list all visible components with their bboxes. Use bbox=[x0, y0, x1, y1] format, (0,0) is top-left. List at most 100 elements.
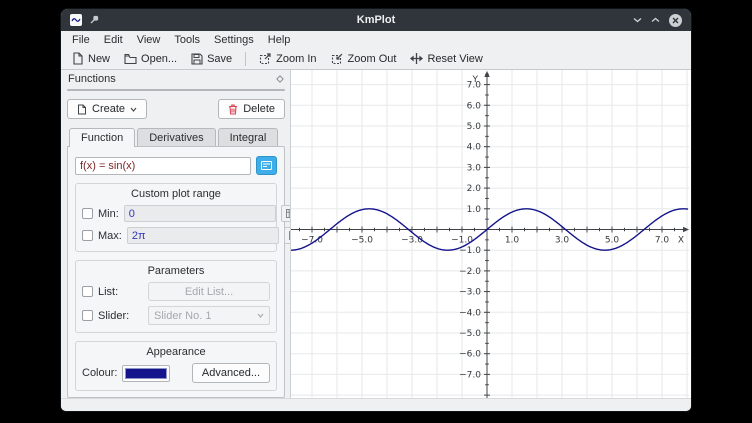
menu-help[interactable]: Help bbox=[261, 33, 298, 47]
toolbar-label: New bbox=[88, 53, 110, 65]
pin-icon[interactable] bbox=[89, 15, 99, 25]
group-title: Custom plot range bbox=[82, 188, 270, 200]
menu-tools[interactable]: Tools bbox=[167, 33, 207, 47]
tab-function[interactable]: Function bbox=[69, 128, 135, 147]
window-title: KmPlot bbox=[61, 14, 691, 26]
function-list-item[interactable]: f(x) = sin(x) bbox=[68, 90, 284, 91]
group-title: Appearance bbox=[82, 346, 270, 358]
equation-editor-button[interactable] bbox=[256, 156, 277, 175]
zoom-in-icon bbox=[259, 52, 272, 65]
function-list: f(x) = sin(x) bbox=[67, 89, 285, 91]
save-button[interactable]: Save bbox=[186, 51, 237, 67]
svg-text:−2.0: −2.0 bbox=[459, 267, 481, 277]
svg-text:X: X bbox=[678, 236, 684, 246]
equation-input[interactable] bbox=[75, 157, 251, 175]
statusbar bbox=[61, 398, 691, 411]
reset-view-icon bbox=[410, 52, 423, 65]
svg-text:5.0: 5.0 bbox=[605, 236, 620, 246]
create-button[interactable]: Create bbox=[67, 99, 147, 119]
svg-text:−1.0: −1.0 bbox=[459, 246, 481, 256]
svg-text:−3.0: −3.0 bbox=[401, 236, 423, 246]
delete-label: Delete bbox=[243, 103, 275, 115]
new-document-icon bbox=[77, 104, 87, 115]
svg-text:Y: Y bbox=[472, 75, 479, 85]
dock-header: Functions bbox=[68, 73, 284, 85]
zoom-out-button[interactable]: Zoom Out bbox=[326, 50, 402, 67]
svg-text:−5.0: −5.0 bbox=[459, 329, 481, 339]
slider-checkbox[interactable] bbox=[82, 310, 93, 321]
svg-text:5.0: 5.0 bbox=[467, 122, 482, 132]
svg-text:7.0: 7.0 bbox=[655, 236, 670, 246]
tab-derivatives[interactable]: Derivatives bbox=[137, 128, 215, 147]
chevron-down-icon bbox=[130, 107, 137, 112]
trash-icon bbox=[228, 104, 238, 115]
colour-swatch-inner bbox=[125, 368, 167, 379]
main-content: Functions f(x) = sin(x) bbox=[61, 70, 691, 399]
min-label: Min: bbox=[98, 208, 119, 220]
appearance-group: Appearance Colour: Advanced... bbox=[75, 341, 277, 391]
list-actions: Create Delete bbox=[67, 99, 285, 119]
menubar: File Edit View Tools Settings Help bbox=[61, 31, 691, 48]
svg-text:3.0: 3.0 bbox=[467, 163, 482, 173]
save-floppy-icon bbox=[191, 53, 203, 65]
slider-label: Slider: bbox=[98, 310, 136, 322]
functions-dock: Functions f(x) = sin(x) bbox=[61, 70, 290, 399]
new-button[interactable]: New bbox=[67, 50, 115, 67]
zoom-in-button[interactable]: Zoom In bbox=[254, 50, 321, 67]
svg-text:−3.0: −3.0 bbox=[459, 288, 481, 298]
svg-text:−4.0: −4.0 bbox=[459, 308, 481, 318]
colour-label: Colour: bbox=[82, 367, 117, 379]
svg-text:−5.0: −5.0 bbox=[351, 236, 373, 246]
function-tab-pane: Custom plot range Min: Max: bbox=[67, 146, 285, 398]
maximize-button[interactable] bbox=[651, 17, 660, 23]
slider-select-value: Slider No. 1 bbox=[154, 310, 211, 322]
toolbar-label: Zoom Out bbox=[348, 53, 397, 65]
max-checkbox[interactable] bbox=[82, 230, 93, 241]
toolbar: New Open... Save Zoom In Zoom Out Rese bbox=[61, 48, 691, 70]
zoom-out-icon bbox=[331, 52, 344, 65]
list-checkbox[interactable] bbox=[82, 286, 93, 297]
menu-view[interactable]: View bbox=[130, 33, 168, 47]
close-button[interactable] bbox=[669, 14, 682, 27]
custom-plot-range-group: Custom plot range Min: Max: bbox=[75, 183, 277, 252]
reset-view-button[interactable]: Reset View bbox=[405, 50, 487, 67]
menu-edit[interactable]: Edit bbox=[97, 33, 130, 47]
open-button[interactable]: Open... bbox=[119, 51, 182, 67]
advanced-button[interactable]: Advanced... bbox=[192, 363, 270, 383]
svg-text:2.0: 2.0 bbox=[467, 184, 482, 194]
list-label: List: bbox=[98, 286, 136, 298]
create-label: Create bbox=[92, 103, 125, 115]
plot-canvas[interactable]: −7.0−5.0−3.0−1.01.03.05.07.07.06.05.04.0… bbox=[291, 70, 689, 399]
minimize-button[interactable] bbox=[633, 17, 642, 23]
colour-swatch-button[interactable] bbox=[122, 365, 170, 382]
svg-text:3.0: 3.0 bbox=[555, 236, 570, 246]
dock-title: Functions bbox=[68, 73, 116, 85]
parameters-group: Parameters List: Edit List... Slider: bbox=[75, 260, 277, 333]
menu-file[interactable]: File bbox=[65, 33, 97, 47]
titlebar[interactable]: KmPlot bbox=[61, 9, 691, 31]
delete-button[interactable]: Delete bbox=[218, 99, 285, 119]
toolbar-label: Open... bbox=[141, 53, 177, 65]
chevron-down-icon bbox=[257, 313, 264, 318]
new-document-icon bbox=[72, 52, 84, 65]
min-input bbox=[124, 205, 276, 222]
svg-text:6.0: 6.0 bbox=[467, 101, 482, 111]
svg-text:−6.0: −6.0 bbox=[459, 350, 481, 360]
edit-list-button: Edit List... bbox=[148, 282, 270, 301]
svg-text:1.0: 1.0 bbox=[505, 236, 520, 246]
svg-text:1.0: 1.0 bbox=[467, 205, 482, 215]
float-dock-icon[interactable] bbox=[276, 75, 284, 83]
toolbar-label: Reset View bbox=[427, 53, 482, 65]
max-input bbox=[127, 227, 279, 244]
menu-settings[interactable]: Settings bbox=[207, 33, 261, 47]
editor-tabs: Function Derivatives Integral bbox=[67, 128, 285, 147]
equation-editor-icon bbox=[261, 161, 272, 170]
max-label: Max: bbox=[98, 230, 122, 242]
kmplot-window: KmPlot File Edit View Tools Settings Hel… bbox=[60, 8, 692, 412]
min-checkbox[interactable] bbox=[82, 208, 93, 219]
slider-select: Slider No. 1 bbox=[148, 306, 270, 325]
svg-text:−1.0: −1.0 bbox=[451, 236, 473, 246]
open-folder-icon bbox=[124, 53, 137, 65]
tab-integral[interactable]: Integral bbox=[218, 128, 279, 147]
toolbar-separator bbox=[245, 52, 246, 66]
